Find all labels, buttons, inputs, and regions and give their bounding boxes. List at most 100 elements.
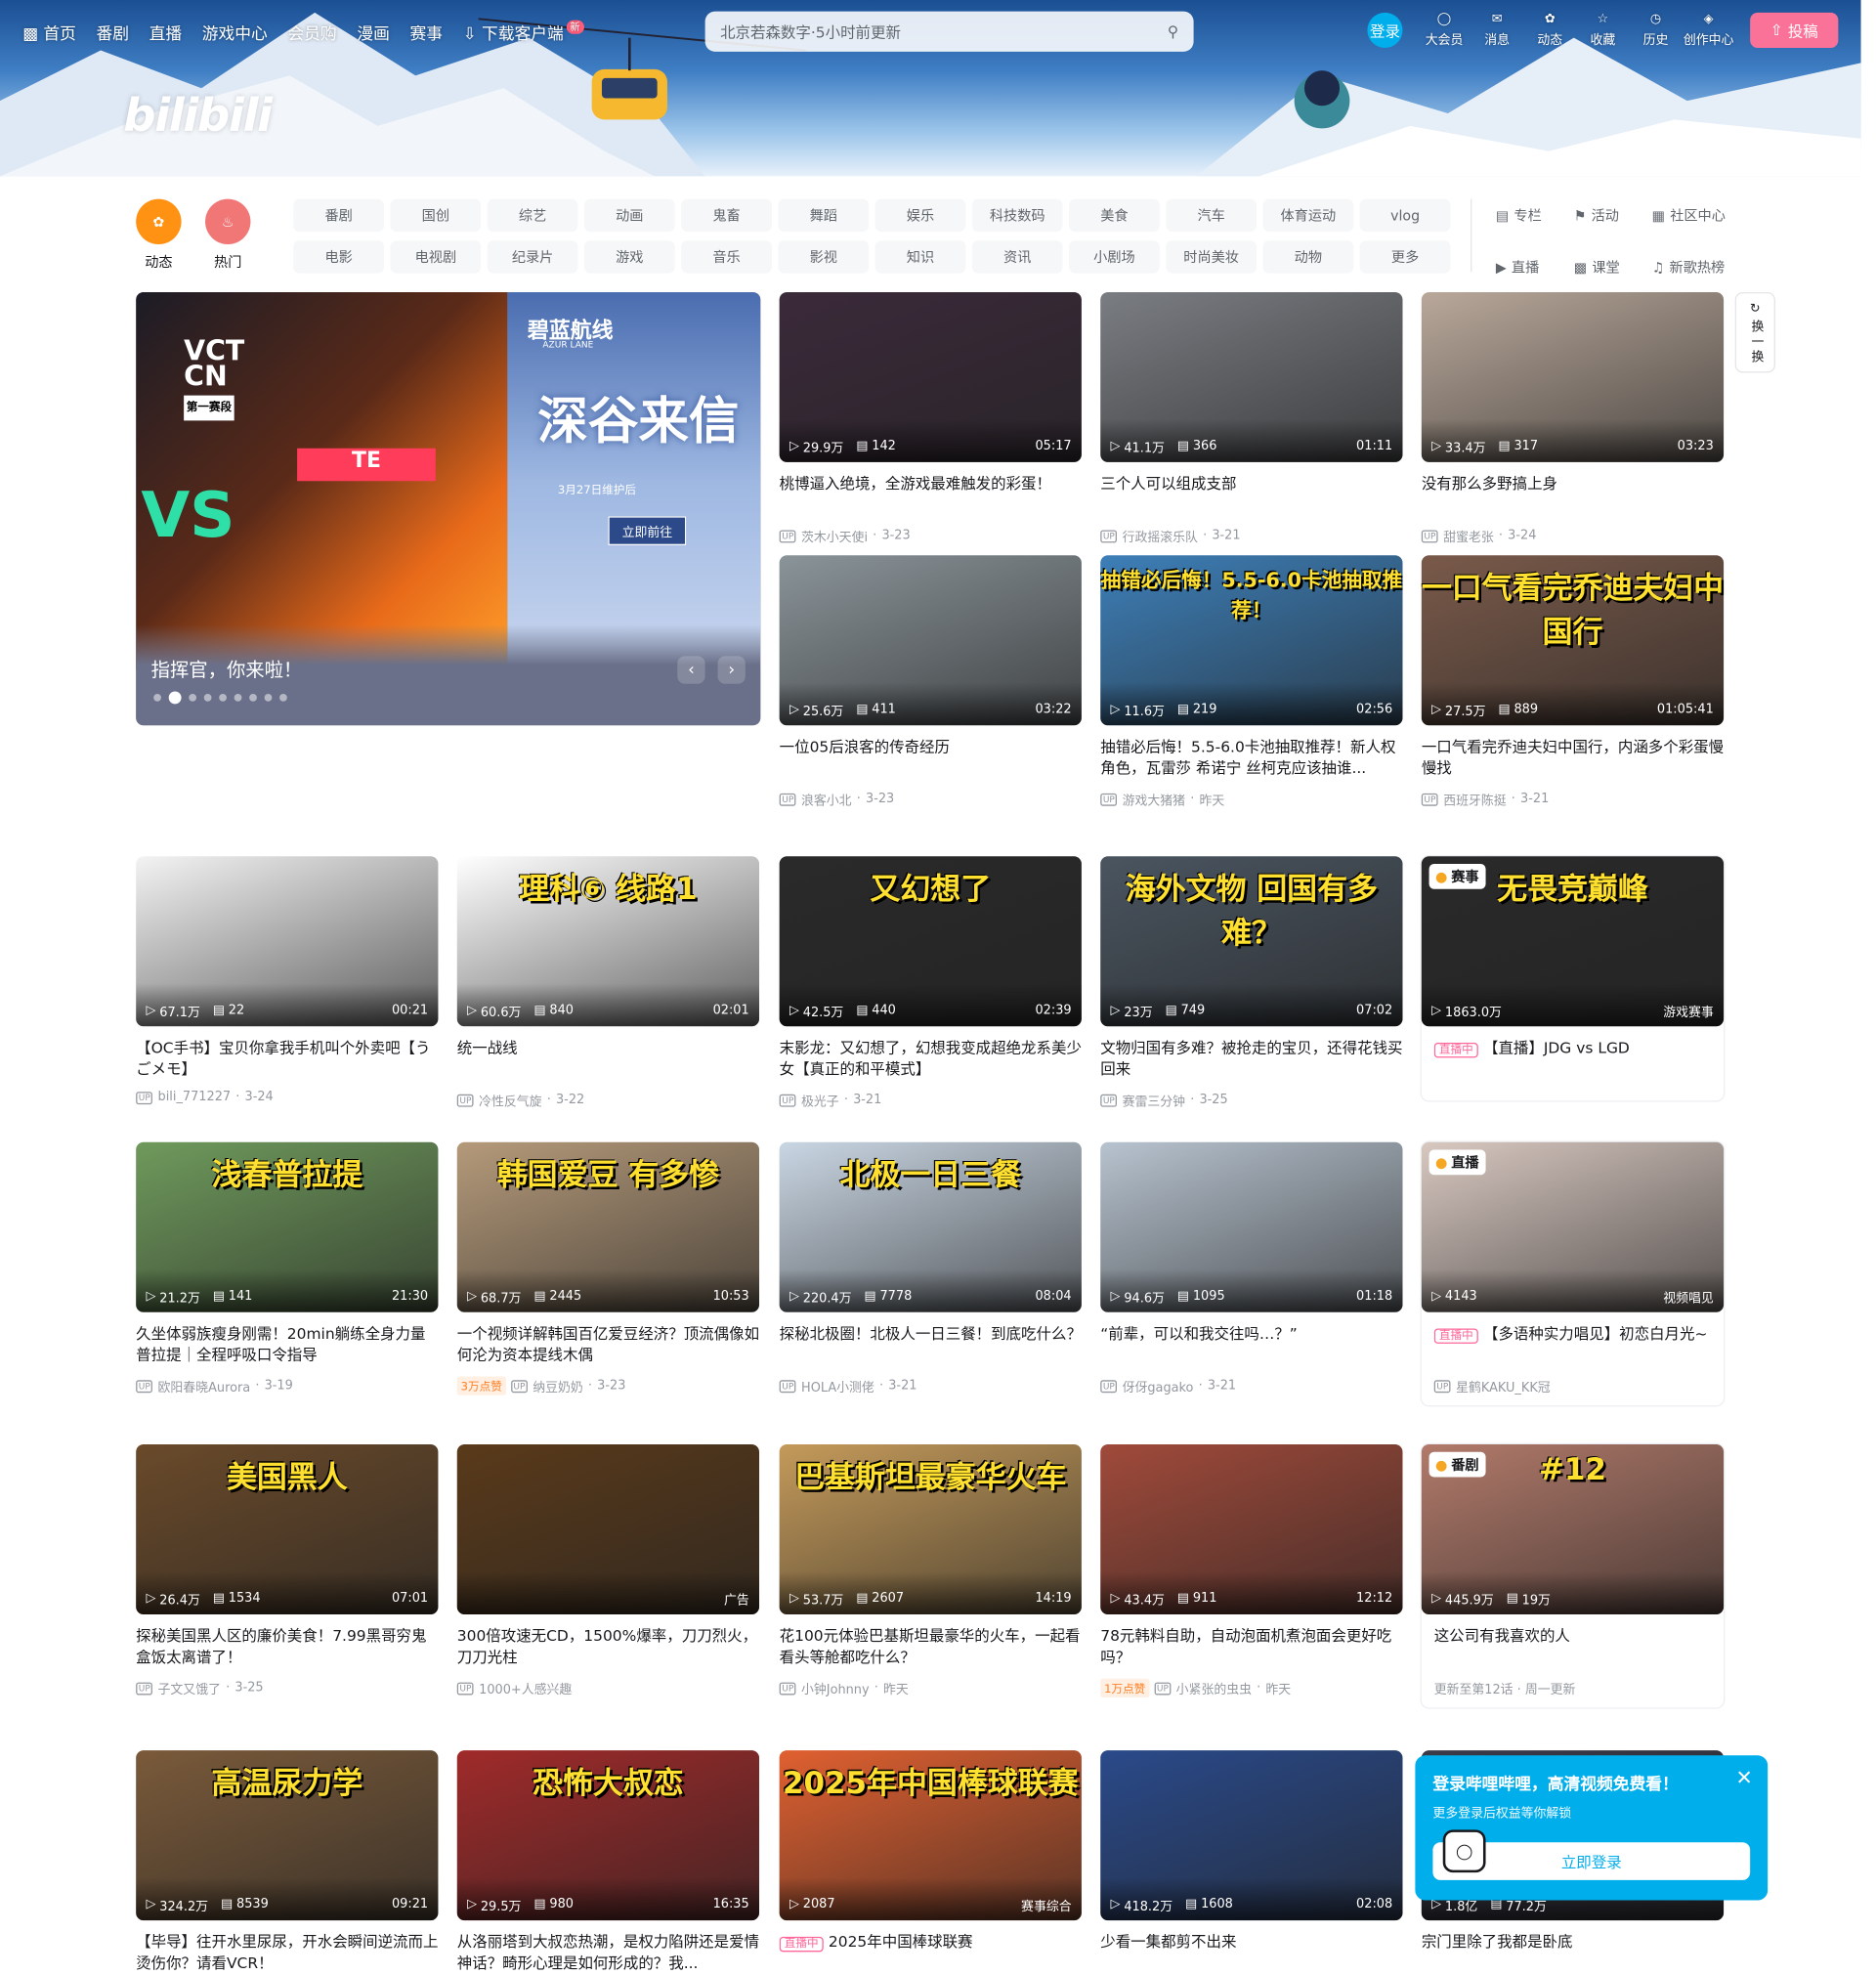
video-title[interactable]: “前辈，可以和我交往吗…？” <box>1100 1323 1402 1366</box>
uploader-name[interactable]: 星鹤KAKU_KK冠 <box>1456 1376 1551 1395</box>
video-card[interactable]: 高温尿力学 ▷ 324.2万 ▤ 8539 09:21 【毕导】往开水里尿尿，开水会瞬间逆流… <box>136 1750 439 1975</box>
uploader-name[interactable]: 冷性反气旋 <box>479 1091 541 1109</box>
channel-tag[interactable]: 科技数码 <box>971 198 1063 233</box>
video-card[interactable]: 广告 300倍攻速无CD，1500%爆率，刀刀烈火，刀刀光柱 UP 1000+人感兴趣 <box>456 1444 760 1697</box>
home-link[interactable]: ▩ 首页 <box>22 20 76 43</box>
uploader-name[interactable]: HOLA小测佬 <box>801 1376 874 1395</box>
carousel-next-button[interactable]: › <box>717 656 746 684</box>
video-title[interactable]: 一个视频详解韩国百亿爱豆经济？顶流偶像如何沦为资本提线木偶 <box>457 1323 759 1366</box>
carousel-title[interactable]: 指挥官，你来啦！ <box>151 656 303 682</box>
vip-link[interactable]: ◯ 大会员 <box>1426 13 1464 48</box>
video-card[interactable]: ▷ 41.1万 ▤ 366 01:11 三个人可以组成支部 UP 行政摇滚乐队 · 3-21 <box>1100 291 1403 545</box>
video-thumbnail[interactable]: 2025年中国棒球联赛 ▷ 2087 赛事综合 <box>779 1750 1082 1921</box>
video-title[interactable]: 桃博逼入绝境，全游戏最难触发的彩蛋！ <box>780 474 1082 517</box>
channel-tag[interactable]: 更多 <box>1359 240 1451 274</box>
video-title[interactable]: 宗门里除了我都是卧底 <box>1422 1932 1724 1975</box>
live-link[interactable]: ▶ 直播 <box>1496 250 1574 283</box>
video-card[interactable]: ▷ 43.4万 ▤ 911 12:12 78元韩料自助，自动泡面机煮泡面会更好吃吗？ 1万点… <box>1100 1444 1403 1698</box>
carousel-dot[interactable] <box>203 694 212 702</box>
classroom-link[interactable]: ▩ 课堂 <box>1574 250 1652 283</box>
video-thumbnail[interactable]: 理科⑥ 线路1 ▷ 60.6万 ▤ 840 02:01 <box>456 856 760 1027</box>
video-card[interactable]: 一口气看完乔迪夫妇中国行 ▷ 27.5万 ▤ 889 01:05:41 一口气看完乔迪夫妇中… <box>1421 555 1725 808</box>
uploader-name[interactable]: bili_771227 <box>158 1091 232 1104</box>
uploader-name[interactable]: 1000+人感兴趣 <box>479 1679 572 1697</box>
uploader-name[interactable]: 伢伢gagako <box>1123 1376 1194 1395</box>
dynamics-link[interactable]: ✿ 动态 <box>1531 13 1569 48</box>
channel-tag[interactable]: 动画 <box>583 198 675 233</box>
video-card[interactable]: 2025年中国棒球联赛 ▷ 2087 赛事综合直播中 2025年中国棒球联赛 <box>779 1750 1082 1975</box>
video-card[interactable]: 恐怖大叔恋 ▷ 29.5万 ▤ 980 16:35 从洛丽塔到大叔恋热潮，是权力陷阱还是爱情… <box>456 1750 760 1975</box>
video-title[interactable]: 78元韩料自助，自动泡面机煮泡面会更好吃吗？ <box>1100 1626 1402 1669</box>
uploader-name[interactable]: 纳豆奶奶 <box>533 1376 583 1395</box>
video-card[interactable]: 理科⑥ 线路1 ▷ 60.6万 ▤ 840 02:01 统一战线 UP 冷性反气旋 · 3-22 <box>456 856 760 1109</box>
carousel-dot[interactable] <box>264 694 273 702</box>
history-link[interactable]: ◷ 历史 <box>1637 13 1675 48</box>
channel-tag[interactable]: 知识 <box>874 240 966 274</box>
nav-live[interactable]: 直播 <box>149 20 183 43</box>
video-card[interactable]: ▷ 67.1万 ▤ 22 00:21 【OC手书】宝贝你拿我手机叫个外卖吧【うごメモ】 UP… <box>136 856 439 1104</box>
channel-tag[interactable]: 纪录片 <box>487 240 578 274</box>
channel-tag[interactable]: 电视剧 <box>390 240 482 274</box>
video-thumbnail[interactable]: 北极一日三餐 ▷ 220.4万 ▤ 7778 08:04 <box>779 1141 1082 1312</box>
video-thumbnail[interactable]: ▷ 67.1万 ▤ 22 00:21 <box>136 856 439 1027</box>
uploader-name[interactable]: 小钟Johnny <box>801 1679 870 1697</box>
close-icon[interactable]: ✕ <box>1735 1766 1752 1789</box>
video-title[interactable]: 300倍攻速无CD，1500%爆率，刀刀烈火，刀刀光柱 <box>457 1626 759 1669</box>
video-thumbnail[interactable]: 巴基斯坦最豪华火车 ▷ 53.7万 ▤ 2607 14:19 <box>779 1444 1082 1614</box>
uploader-name[interactable]: 西班牙陈挺 <box>1443 790 1506 808</box>
channel-tag[interactable]: 动物 <box>1262 240 1354 274</box>
carousel-dot[interactable] <box>249 694 257 702</box>
channel-tag[interactable]: 时尚美妆 <box>1166 240 1258 274</box>
video-title[interactable]: 少看一集都剪不出来 <box>1100 1932 1402 1975</box>
carousel-dot[interactable] <box>168 691 182 705</box>
nav-anime[interactable]: 番剧 <box>96 20 129 43</box>
uploader-name[interactable]: 游戏大猪猪 <box>1123 790 1185 808</box>
uploader-name[interactable]: 欧阳春晓Aurora <box>158 1376 251 1395</box>
video-card[interactable]: 无畏竞巅峰 ● 赛事 ▷ 1863.0万 游戏赛事 直播中 【直播】JDG vs LGD <box>1421 856 1725 1100</box>
video-card[interactable]: 浅春普拉提 ▷ 21.2万 ▤ 141 21:30 久坐体弱族瘦身刚需！20min躺练全身力… <box>136 1141 439 1395</box>
uploader-name[interactable]: 子文又饿了 <box>158 1679 221 1697</box>
uploader-name[interactable]: 甜蜜老张 <box>1443 527 1494 545</box>
download-client-link[interactable]: ⇩ 下载客户端新 <box>463 19 584 43</box>
bilibili-logo[interactable]: bilibili <box>123 91 273 143</box>
carousel-dot[interactable] <box>234 694 242 702</box>
video-card[interactable]: 又幻想了 ▷ 42.5万 ▤ 440 02:39 末影龙：又幻想了，幻想我变成超绝龙系美少女… <box>779 856 1082 1109</box>
video-title[interactable]: 探秘北极圈！北极人一日三餐！到底吃什么？ <box>780 1323 1082 1366</box>
video-card[interactable]: ▷ 25.6万 ▤ 411 03:22 一位05后浪客的传奇经历 UP 浪客小北 · 3-23 <box>779 555 1082 808</box>
video-card[interactable]: 美国黑人 ▷ 26.4万 ▤ 1534 07:01 探秘美国黑人区的廉价美食！7.99黑哥穷… <box>136 1444 439 1697</box>
video-title[interactable]: 三个人可以组成支部 <box>1100 474 1402 517</box>
uploader-name[interactable]: 茨木小天使i <box>801 527 868 545</box>
uploader-name[interactable]: 极光子 <box>801 1091 839 1109</box>
channel-tag[interactable]: 汽车 <box>1166 198 1258 233</box>
activity-link[interactable]: ⚑ 活动 <box>1574 199 1652 233</box>
channel-tag[interactable]: 资讯 <box>971 240 1063 274</box>
channel-tag[interactable]: 国创 <box>390 198 482 233</box>
channel-tag[interactable]: vlog <box>1359 198 1451 233</box>
channel-tag[interactable]: 美食 <box>1069 198 1160 233</box>
video-title[interactable]: 直播中 2025年中国棒球联赛 <box>779 1932 1082 1975</box>
video-thumbnail[interactable]: 海外文物 回国有多难？ ▷ 23万 ▤ 749 07:02 <box>1100 856 1403 1027</box>
video-title[interactable]: 【毕导】往开水里尿尿，开水会瞬间逆流而上烫伤你？请看VCR！ <box>136 1932 438 1975</box>
video-title[interactable]: 末影龙：又幻想了，幻想我变成超绝龙系美少女【真正的和平模式】 <box>780 1038 1082 1081</box>
video-card[interactable]: 北极一日三餐 ▷ 220.4万 ▤ 7778 08:04 探秘北极圈！北极人一日三餐！到底吃… <box>779 1141 1082 1395</box>
video-card[interactable]: #12 ● 番剧 ▷ 445.9万 ▤ 19万 这公司有我喜欢的人 更新至第12话 · 周一更新 <box>1421 1444 1725 1707</box>
video-thumbnail[interactable]: ● 直播 ▷ 4143 视频唱见 <box>1421 1141 1725 1312</box>
video-title[interactable]: 久坐体弱族瘦身刚需！20min躺练全身力量普拉提｜全程呼吸口令指导 <box>136 1323 438 1366</box>
carousel-dot[interactable] <box>153 694 161 702</box>
video-title[interactable]: 从洛丽塔到大叔恋热潮，是权力陷阱还是爱情神话？畸形心理是如何形成的？我... <box>457 1932 759 1975</box>
channel-tag[interactable]: 音乐 <box>681 240 772 274</box>
channel-tag[interactable]: 综艺 <box>487 198 578 233</box>
video-title[interactable]: 一位05后浪客的传奇经历 <box>780 737 1082 780</box>
video-title[interactable]: 没有那么多野搞上身 <box>1422 474 1724 517</box>
video-thumbnail[interactable]: #12 ● 番剧 ▷ 445.9万 ▤ 19万 <box>1421 1444 1725 1614</box>
video-thumbnail[interactable]: 高温尿力学 ▷ 324.2万 ▤ 8539 09:21 <box>136 1750 439 1921</box>
channel-tag[interactable]: 体育运动 <box>1262 198 1354 233</box>
video-thumbnail[interactable]: ▷ 25.6万 ▤ 411 03:22 <box>779 555 1082 726</box>
slide-button[interactable]: 立即前往 <box>608 516 687 545</box>
carousel-dot[interactable] <box>189 694 197 702</box>
upload-button[interactable]: ⇧ 投稿 <box>1750 12 1839 48</box>
carousel-dot[interactable] <box>219 694 227 702</box>
video-card[interactable]: 巴基斯坦最豪华火车 ▷ 53.7万 ▤ 2607 14:19 花100元体验巴基斯坦最豪华的… <box>779 1444 1082 1697</box>
video-card[interactable]: 海外文物 回国有多难？ ▷ 23万 ▤ 749 07:02 文物归国有多难？被抢走的宝贝，还… <box>1100 856 1403 1109</box>
video-title[interactable]: 抽错必后悔！5.5-6.0卡池抽取推荐！新人权角色，瓦雷莎 希诺宁 丝柯克应该抽… <box>1100 737 1402 780</box>
